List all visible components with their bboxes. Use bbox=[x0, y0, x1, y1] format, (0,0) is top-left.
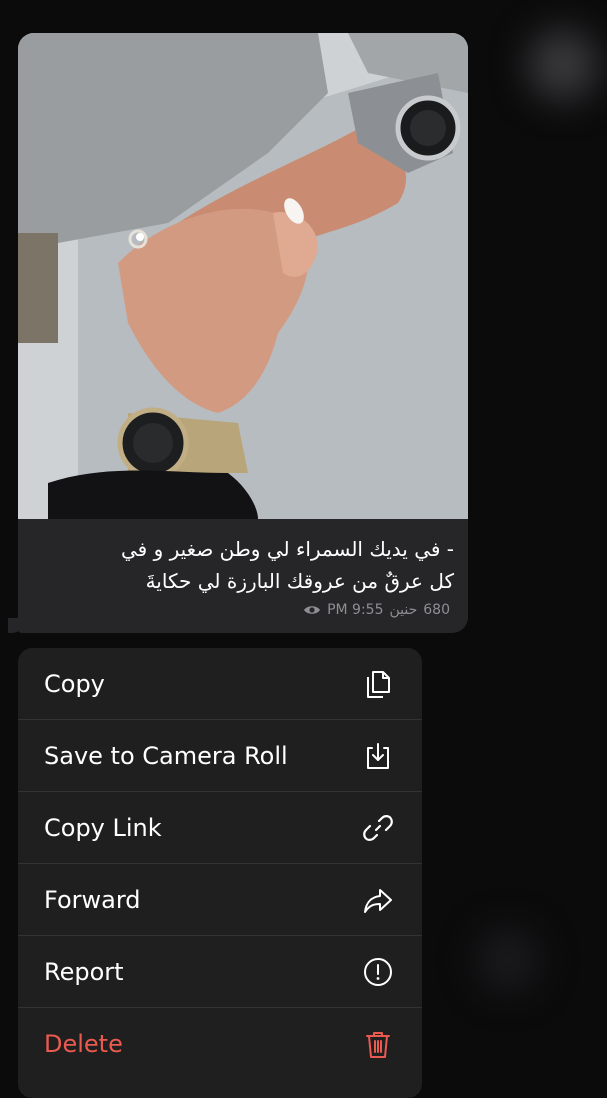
message-bubble[interactable]: - في يديك السمراء لي وطن صغير و في كل عر… bbox=[18, 33, 468, 633]
eye-icon bbox=[304, 606, 321, 614]
menu-item-copy-link[interactable]: Copy Link bbox=[18, 792, 422, 864]
menu-item-save-to-camera-roll[interactable]: Save to Camera Roll bbox=[18, 720, 422, 792]
message-meta: PM 9:55 حنين 680 bbox=[303, 602, 450, 618]
link-icon bbox=[362, 812, 394, 844]
background-blur bbox=[528, 30, 598, 100]
menu-item-label: Report bbox=[44, 957, 124, 986]
menu-item-delete[interactable]: Delete bbox=[18, 1008, 422, 1080]
caption-line: - في يديك السمراء لي وطن صغير و في bbox=[121, 537, 454, 561]
menu-item-label: Copy bbox=[44, 669, 105, 698]
message-caption: - في يديك السمراء لي وطن صغير و في كل عر… bbox=[30, 533, 454, 597]
caption-line: كل عرقٌ من عروقك البارزة لي حكايةَ bbox=[145, 569, 454, 593]
message-photo[interactable] bbox=[18, 33, 468, 519]
trash-icon bbox=[362, 1028, 394, 1060]
report-icon bbox=[362, 956, 394, 988]
message-author: حنين bbox=[389, 602, 418, 618]
menu-item-copy[interactable]: Copy bbox=[18, 648, 422, 720]
menu-item-label: Delete bbox=[44, 1030, 123, 1058]
copy-icon bbox=[362, 668, 394, 700]
menu-item-label: Forward bbox=[44, 885, 141, 914]
context-menu: Copy Save to Camera Roll Copy Link Forwa… bbox=[18, 648, 422, 1098]
background-blur bbox=[478, 930, 538, 990]
forward-icon bbox=[362, 884, 394, 916]
menu-item-label: Copy Link bbox=[44, 813, 162, 842]
menu-item-label: Save to Camera Roll bbox=[44, 741, 288, 770]
save-icon bbox=[362, 740, 394, 772]
message-views: 680 bbox=[423, 602, 450, 618]
menu-item-forward[interactable]: Forward bbox=[18, 864, 422, 936]
message-time: PM 9:55 bbox=[327, 602, 384, 618]
menu-item-report[interactable]: Report bbox=[18, 936, 422, 1008]
